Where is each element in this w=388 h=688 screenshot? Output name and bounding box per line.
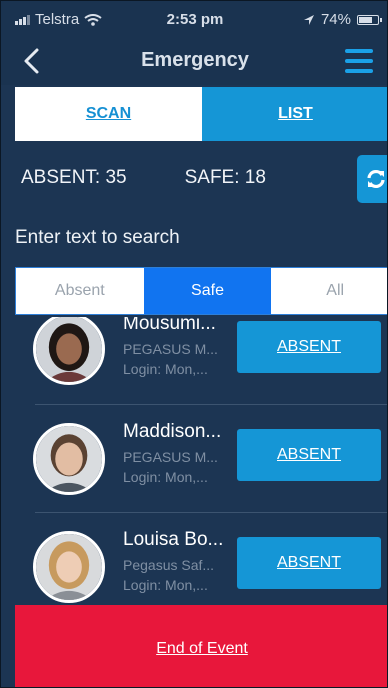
person-organisation: PEGASUS M...	[123, 341, 218, 357]
filter-all[interactable]: All	[271, 268, 387, 314]
person-name: Mousumi...	[123, 317, 216, 334]
refresh-icon	[367, 169, 385, 189]
absent-count: ABSENT: 35	[21, 167, 127, 188]
person-login: Login: Mon,...	[123, 469, 208, 485]
mark-absent-button[interactable]: ABSENT	[237, 321, 381, 373]
end-of-event-link[interactable]: End of Event	[15, 640, 387, 658]
refresh-button[interactable]	[357, 155, 387, 203]
avatar	[33, 317, 105, 385]
search-input[interactable]	[15, 223, 375, 253]
tab-scan[interactable]: SCAN	[15, 87, 202, 141]
avatar	[33, 531, 105, 603]
status-right: 74%	[303, 11, 382, 28]
list-item: Maddison... PEGASUS M... Login: Mon,... …	[1, 419, 387, 527]
person-organisation: PEGASUS M...	[123, 449, 218, 465]
status-filter: Absent Safe All	[15, 267, 387, 315]
list-item: Louisa Bo... Pegasus Saf... Login: Mon,.…	[1, 527, 387, 605]
filter-safe[interactable]: Safe	[143, 268, 272, 314]
filter-absent[interactable]: Absent	[16, 268, 144, 314]
battery-level	[359, 16, 373, 23]
safe-count: SAFE: 18	[184, 167, 266, 188]
mark-absent-button[interactable]: ABSENT	[237, 429, 381, 481]
hamburger-menu-icon[interactable]	[345, 49, 373, 73]
person-login: Login: Mon,...	[123, 577, 208, 593]
page-title: Emergency	[141, 49, 249, 71]
tab-list[interactable]: LIST	[202, 87, 387, 141]
app-screen: Telstra 2:53 pm 74% Emergency SCAN LIST …	[0, 0, 388, 688]
mark-absent-button[interactable]: ABSENT	[237, 537, 381, 589]
navigation-bar: Emergency	[1, 37, 387, 85]
end-of-event-bar: End of Event	[15, 605, 387, 687]
battery-icon	[357, 14, 382, 25]
person-login: Login: Mon,...	[123, 361, 208, 377]
battery-percent: 74%	[320, 11, 351, 28]
row-divider	[35, 512, 387, 513]
row-divider	[35, 404, 387, 405]
person-name: Maddison...	[123, 421, 222, 442]
status-counts: ABSENT: 35 SAFE: 18	[21, 167, 266, 189]
person-list: Mousumi... PEGASUS M... Login: Mon,... A…	[1, 317, 387, 605]
person-name: Louisa Bo...	[123, 529, 224, 550]
status-bar: Telstra 2:53 pm 74%	[1, 1, 387, 37]
location-arrow-icon	[303, 14, 314, 25]
mode-tabs: SCAN LIST	[15, 87, 387, 141]
person-organisation: Pegasus Saf...	[123, 557, 215, 573]
avatar	[33, 423, 105, 495]
